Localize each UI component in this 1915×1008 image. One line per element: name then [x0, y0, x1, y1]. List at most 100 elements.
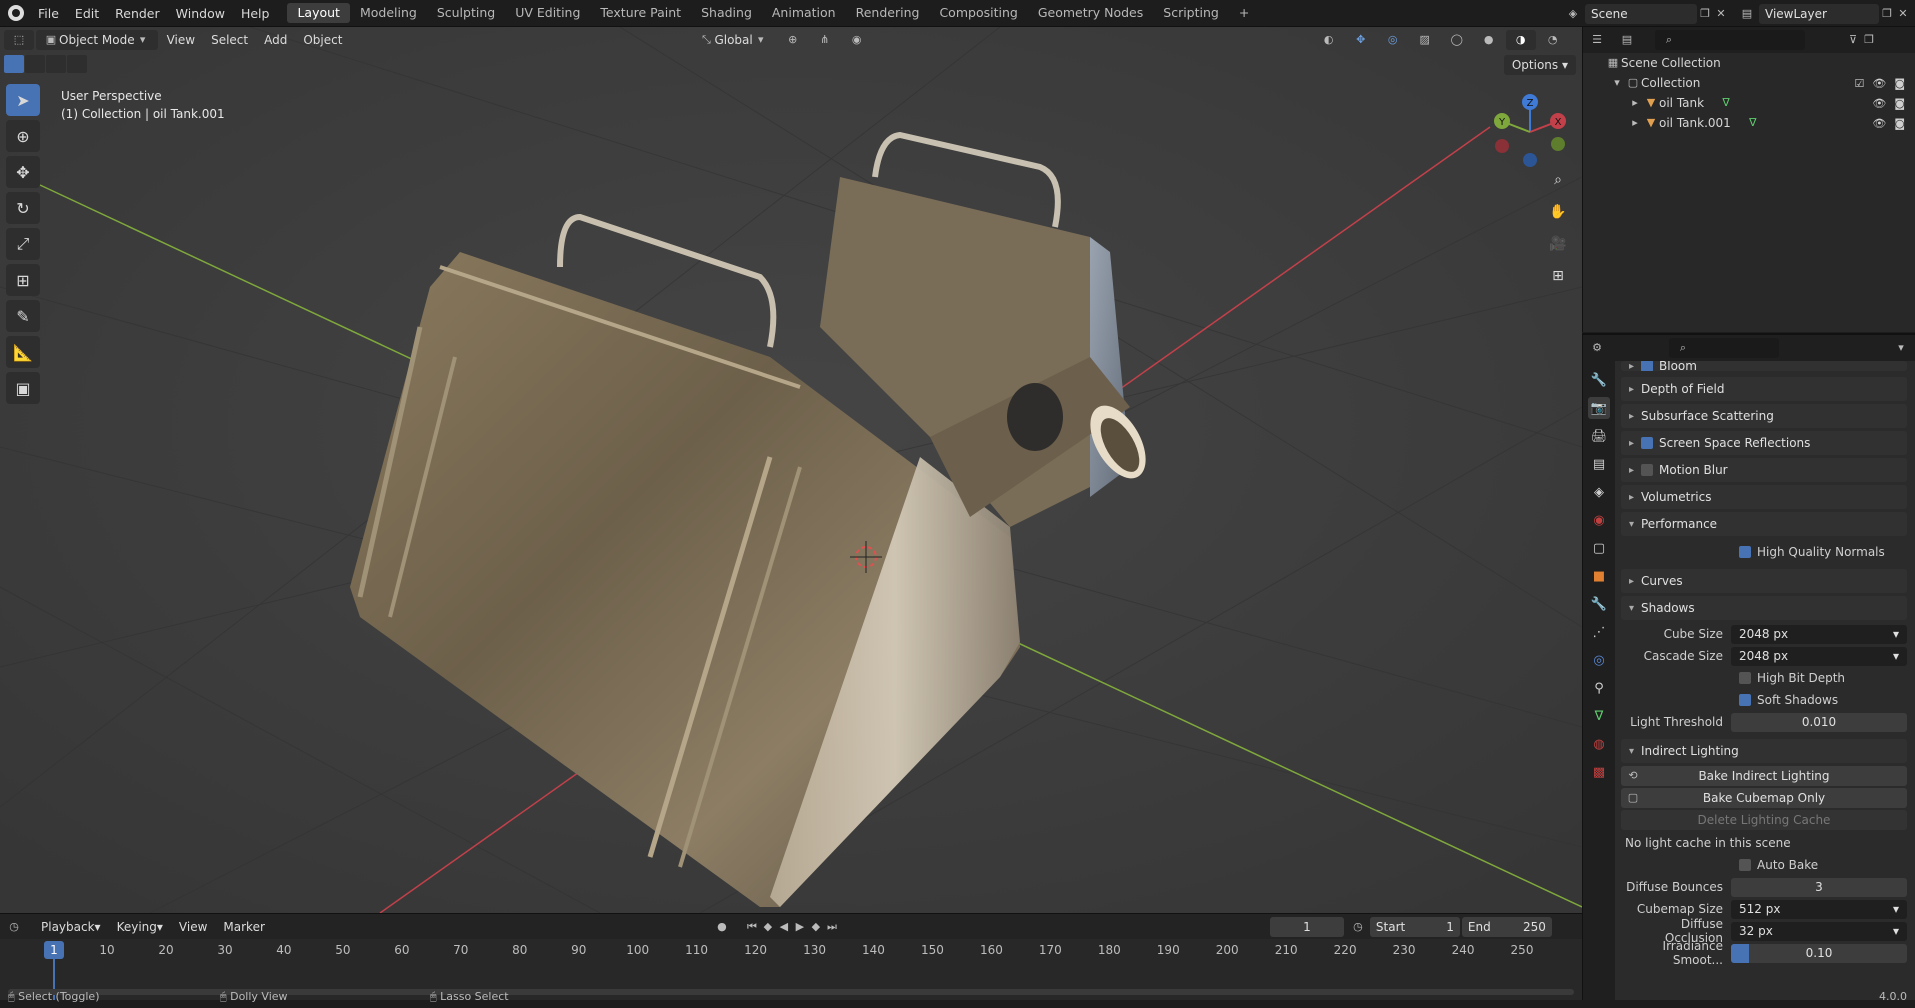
select-intersect-button[interactable] [67, 55, 87, 73]
eye-icon[interactable]: 👁 [1872, 117, 1886, 130]
auto-bake-row[interactable]: Auto Bake [1621, 854, 1907, 876]
bake-cubemap-button[interactable]: ▢ Bake Cubemap Only [1621, 788, 1907, 808]
rotate-tool[interactable]: ↻ [6, 192, 40, 224]
new-scene-icon[interactable]: ❐ [1697, 6, 1713, 22]
light-threshold-field[interactable]: 0.010 [1731, 712, 1907, 732]
filter-icon[interactable]: ⊽ [1845, 32, 1861, 48]
delete-lighting-cache-button[interactable]: Delete Lighting Cache [1621, 810, 1907, 830]
tab-geometry-nodes[interactable]: Geometry Nodes [1028, 3, 1153, 23]
motion-blur-checkbox[interactable] [1641, 464, 1653, 476]
menu-window[interactable]: Window [168, 6, 233, 21]
select-box-tool[interactable]: ➤ [6, 84, 40, 116]
diffuse-occlusion-dropdown[interactable]: 32 px ▾ [1731, 921, 1907, 941]
menu-help[interactable]: Help [233, 6, 278, 21]
proportional-edit-button[interactable]: ◉ [842, 30, 872, 50]
outliner-collection[interactable]: ▾ ▢ Collection ☑ 👁 ◙ [1583, 73, 1915, 93]
section-bloom[interactable]: ▸ Bloom [1621, 361, 1907, 371]
xray-toggle[interactable]: ▨ [1410, 30, 1440, 50]
zoom-icon[interactable]: ⌕ [1544, 167, 1572, 193]
delete-view-layer-icon[interactable]: ✕ [1895, 6, 1911, 22]
data-tab-icon[interactable]: ∇ [1588, 705, 1610, 727]
outliner-search-input[interactable]: ⌕ [1655, 30, 1805, 50]
editor-type-button[interactable]: ⬚ [4, 30, 34, 50]
pan-hand-icon[interactable]: ✋ [1544, 199, 1572, 225]
shading-solid[interactable]: ● [1474, 30, 1504, 50]
object-tab-icon[interactable]: ■ [1588, 565, 1610, 587]
new-view-layer-icon[interactable]: ❐ [1879, 6, 1895, 22]
properties-editor-icon[interactable]: ⚙ [1589, 340, 1605, 356]
camera-icon[interactable]: ◙ [1894, 97, 1905, 110]
ortho-grid-icon[interactable]: ⊞ [1544, 263, 1572, 289]
tab-rendering[interactable]: Rendering [846, 3, 930, 23]
jump-start-icon[interactable]: ⏮ [744, 919, 760, 935]
tab-animation[interactable]: Animation [762, 3, 846, 23]
section-curves[interactable]: ▸ Curves [1621, 569, 1907, 593]
view-layer-field[interactable]: ViewLayer [1759, 3, 1879, 24]
visibility-button[interactable]: ◐ [1314, 30, 1344, 50]
measure-tool[interactable]: 📐 [6, 336, 40, 368]
cube-size-dropdown[interactable]: 2048 px ▾ [1731, 624, 1907, 644]
scene-field[interactable]: Scene [1585, 3, 1697, 24]
world-tab-icon[interactable]: ◉ [1588, 509, 1610, 531]
menu-render[interactable]: Render [107, 6, 168, 21]
diffuse-bounces-field[interactable]: 3 [1731, 877, 1907, 897]
shading-wireframe[interactable]: ◯ [1442, 30, 1472, 50]
menu-playback[interactable]: Playback ▾ [34, 917, 108, 937]
high-quality-normals-checkbox[interactable] [1739, 546, 1751, 558]
prev-keyframe-icon[interactable]: ◆ [760, 919, 776, 935]
menu-file[interactable]: File [30, 6, 67, 21]
tab-uv-editing[interactable]: UV Editing [505, 3, 590, 23]
outliner-scene-collection[interactable]: ▦ Scene Collection [1583, 53, 1915, 73]
blender-logo-icon[interactable] [8, 5, 24, 21]
gizmo-toggle[interactable]: ✥ [1346, 30, 1376, 50]
high-bit-depth-row[interactable]: High Bit Depth [1621, 667, 1907, 689]
mode-selector[interactable]: ▣ Object Mode ▾ [36, 30, 158, 50]
move-tool[interactable]: ✥ [6, 156, 40, 188]
chevron-right-icon[interactable]: ▸ [1627, 115, 1643, 131]
view-layer-icon[interactable]: ▤ [1739, 6, 1755, 22]
timeline-editor-icon[interactable]: ◷ [6, 919, 22, 935]
section-motion-blur[interactable]: ▸ Motion Blur [1621, 458, 1907, 482]
play-icon[interactable]: ▶ [792, 919, 808, 935]
navigation-gizmo[interactable]: Z X Y [1490, 92, 1570, 172]
shading-rendered[interactable]: ◔ [1538, 30, 1568, 50]
tab-scripting[interactable]: Scripting [1153, 3, 1229, 23]
outliner-item-oil-tank-001[interactable]: ▸ ▼ oil Tank.001 ∇ 👁 ◙ [1583, 113, 1915, 133]
menu-add[interactable]: Add [257, 30, 294, 50]
tab-compositing[interactable]: Compositing [929, 3, 1027, 23]
delete-scene-icon[interactable]: ✕ [1713, 6, 1729, 22]
tab-sculpting[interactable]: Sculpting [427, 3, 505, 23]
output-tab-icon[interactable]: 🖨 [1588, 425, 1610, 447]
section-indirect-lighting[interactable]: ▾ Indirect Lighting [1621, 739, 1907, 763]
soft-shadows-checkbox[interactable] [1739, 694, 1751, 706]
tool-tab-icon[interactable]: 🔧 [1588, 369, 1610, 391]
options-button[interactable]: Options ▾ [1503, 55, 1576, 75]
physics-tab-icon[interactable]: ◎ [1588, 649, 1610, 671]
jump-end-icon[interactable]: ⏭ [824, 919, 840, 935]
chevron-down-icon[interactable]: ▾ [1893, 340, 1909, 356]
clock-icon[interactable]: ◷ [1350, 919, 1366, 935]
cubemap-size-dropdown[interactable]: 512 px ▾ [1731, 899, 1907, 919]
eye-icon[interactable]: 👁 [1872, 97, 1886, 110]
irradiance-smoothing-slider[interactable]: 0.10 [1731, 943, 1907, 963]
menu-select[interactable]: Select [204, 30, 255, 50]
bloom-checkbox[interactable] [1641, 361, 1653, 371]
camera-icon[interactable]: ◙ [1894, 77, 1905, 90]
outliner-editor-icon[interactable]: ☰ [1589, 32, 1605, 48]
cascade-size-dropdown[interactable]: 2048 px ▾ [1731, 646, 1907, 666]
display-mode-icon[interactable]: ▤ [1619, 32, 1635, 48]
select-extend-button[interactable] [25, 55, 45, 73]
high-bit-depth-checkbox[interactable] [1739, 672, 1751, 684]
menu-view[interactable]: View [160, 30, 202, 50]
tab-layout[interactable]: Layout [287, 3, 350, 23]
section-screen-space-reflections[interactable]: ▸ Screen Space Reflections [1621, 431, 1907, 455]
start-frame-field[interactable]: Start 1 [1369, 916, 1460, 937]
menu-marker[interactable]: Marker [216, 917, 271, 937]
new-collection-icon[interactable]: ❐ [1861, 32, 1877, 48]
tab-modeling[interactable]: Modeling [350, 3, 427, 23]
particles-tab-icon[interactable]: ⋰ [1588, 621, 1610, 643]
chevron-right-icon[interactable]: ▸ [1627, 95, 1643, 111]
camera-icon[interactable]: ◙ [1894, 117, 1905, 130]
properties-search-input[interactable]: ⌕ [1669, 338, 1779, 358]
record-icon[interactable]: ● [714, 919, 730, 935]
